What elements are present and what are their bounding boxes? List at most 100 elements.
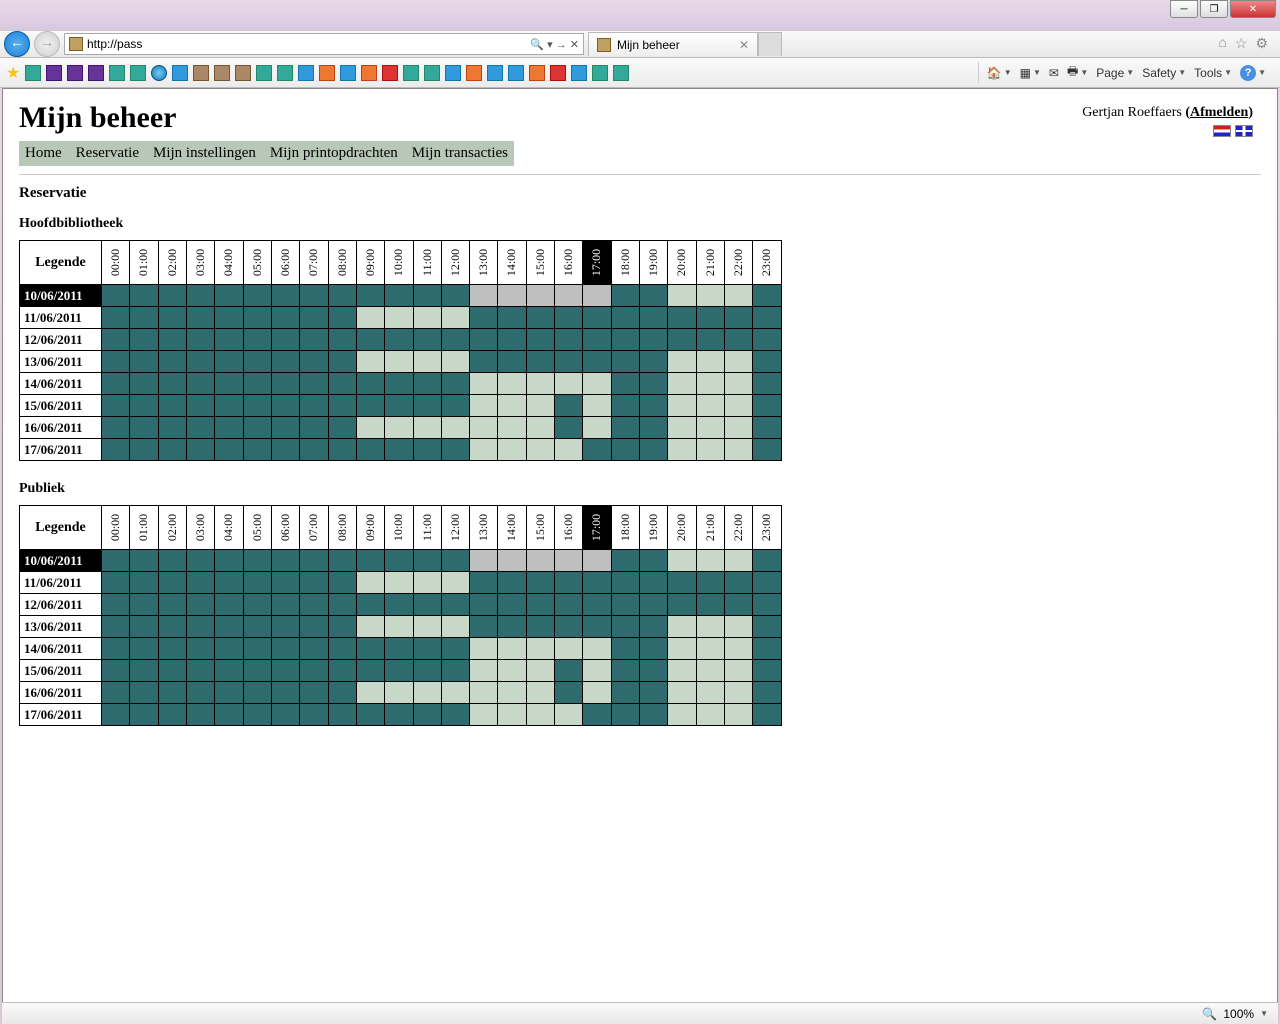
bookmark-icon[interactable] <box>571 65 587 81</box>
time-slot[interactable] <box>725 439 753 461</box>
bookmark-icon[interactable] <box>130 65 146 81</box>
time-slot[interactable] <box>441 395 469 417</box>
time-slot[interactable] <box>130 616 158 638</box>
time-slot[interactable] <box>583 572 611 594</box>
zoom-dropdown[interactable]: ▼ <box>1260 1009 1268 1018</box>
time-slot[interactable] <box>668 417 696 439</box>
time-slot[interactable] <box>555 395 583 417</box>
time-slot[interactable] <box>385 373 413 395</box>
time-slot[interactable] <box>640 417 668 439</box>
bookmark-icon[interactable] <box>592 65 608 81</box>
cmd-print[interactable]: 🖶▼ <box>1067 62 1088 83</box>
time-slot[interactable] <box>441 616 469 638</box>
time-slot[interactable] <box>696 682 724 704</box>
time-slot[interactable] <box>441 285 469 307</box>
time-slot[interactable] <box>357 373 385 395</box>
time-slot[interactable] <box>385 682 413 704</box>
time-slot[interactable] <box>526 351 554 373</box>
time-slot[interactable] <box>385 329 413 351</box>
time-slot[interactable] <box>215 285 243 307</box>
time-slot[interactable] <box>328 285 356 307</box>
time-slot[interactable] <box>102 285 130 307</box>
time-slot[interactable] <box>130 550 158 572</box>
time-slot[interactable] <box>611 373 639 395</box>
time-slot[interactable] <box>696 307 724 329</box>
time-slot[interactable] <box>526 373 554 395</box>
time-slot[interactable] <box>385 594 413 616</box>
time-slot[interactable] <box>526 417 554 439</box>
time-slot[interactable] <box>611 572 639 594</box>
time-slot[interactable] <box>413 682 441 704</box>
time-slot[interactable] <box>243 395 271 417</box>
time-slot[interactable] <box>413 439 441 461</box>
time-slot[interactable] <box>725 373 753 395</box>
time-slot[interactable] <box>215 417 243 439</box>
time-slot[interactable] <box>328 638 356 660</box>
time-slot[interactable] <box>526 660 554 682</box>
time-slot[interactable] <box>328 704 356 726</box>
time-slot[interactable] <box>498 329 526 351</box>
time-slot[interactable] <box>328 572 356 594</box>
time-slot[interactable] <box>357 307 385 329</box>
time-slot[interactable] <box>328 660 356 682</box>
time-slot[interactable] <box>187 638 215 660</box>
time-slot[interactable] <box>243 616 271 638</box>
time-slot[interactable] <box>300 329 328 351</box>
time-slot[interactable] <box>243 329 271 351</box>
time-slot[interactable] <box>753 285 781 307</box>
time-slot[interactable] <box>102 417 130 439</box>
time-slot[interactable] <box>640 572 668 594</box>
time-slot[interactable] <box>470 351 498 373</box>
time-slot[interactable] <box>753 329 781 351</box>
time-slot[interactable] <box>696 638 724 660</box>
settings-icon[interactable]: ⚙ <box>1255 36 1268 53</box>
time-slot[interactable] <box>272 572 300 594</box>
time-slot[interactable] <box>753 638 781 660</box>
time-slot[interactable] <box>611 417 639 439</box>
time-slot[interactable] <box>470 417 498 439</box>
time-slot[interactable] <box>441 660 469 682</box>
time-slot[interactable] <box>328 550 356 572</box>
time-slot[interactable] <box>441 307 469 329</box>
time-slot[interactable] <box>187 572 215 594</box>
time-slot[interactable] <box>413 638 441 660</box>
time-slot[interactable] <box>526 329 554 351</box>
time-slot[interactable] <box>413 550 441 572</box>
time-slot[interactable] <box>611 616 639 638</box>
time-slot[interactable] <box>130 329 158 351</box>
time-slot[interactable] <box>725 550 753 572</box>
time-slot[interactable] <box>215 351 243 373</box>
cmd-home[interactable]: 🏠▼ <box>987 66 1012 80</box>
time-slot[interactable] <box>526 594 554 616</box>
time-slot[interactable] <box>583 285 611 307</box>
time-slot[interactable] <box>470 682 498 704</box>
tab-close-icon[interactable]: ✕ <box>739 38 749 52</box>
time-slot[interactable] <box>611 660 639 682</box>
favorites-icon[interactable]: ☆ <box>1235 36 1248 53</box>
nav-forward-button[interactable]: → <box>34 31 60 57</box>
bookmark-icon[interactable] <box>151 65 167 81</box>
time-slot[interactable] <box>130 704 158 726</box>
bookmark-icon[interactable] <box>466 65 482 81</box>
time-slot[interactable] <box>583 550 611 572</box>
time-slot[interactable] <box>611 351 639 373</box>
time-slot[interactable] <box>385 417 413 439</box>
bookmark-icon[interactable] <box>487 65 503 81</box>
time-slot[interactable] <box>753 417 781 439</box>
home-icon[interactable]: ⌂ <box>1218 36 1226 53</box>
time-slot[interactable] <box>413 373 441 395</box>
time-slot[interactable] <box>441 704 469 726</box>
time-slot[interactable] <box>385 616 413 638</box>
time-slot[interactable] <box>215 682 243 704</box>
cmd-safety[interactable]: Safety▼ <box>1142 66 1186 80</box>
time-slot[interactable] <box>187 329 215 351</box>
time-slot[interactable] <box>725 594 753 616</box>
time-slot[interactable] <box>668 660 696 682</box>
time-slot[interactable] <box>300 439 328 461</box>
time-slot[interactable] <box>640 660 668 682</box>
time-slot[interactable] <box>130 307 158 329</box>
time-slot[interactable] <box>272 660 300 682</box>
minimize-button[interactable]: ─ <box>1170 0 1198 18</box>
time-slot[interactable] <box>583 682 611 704</box>
time-slot[interactable] <box>328 682 356 704</box>
